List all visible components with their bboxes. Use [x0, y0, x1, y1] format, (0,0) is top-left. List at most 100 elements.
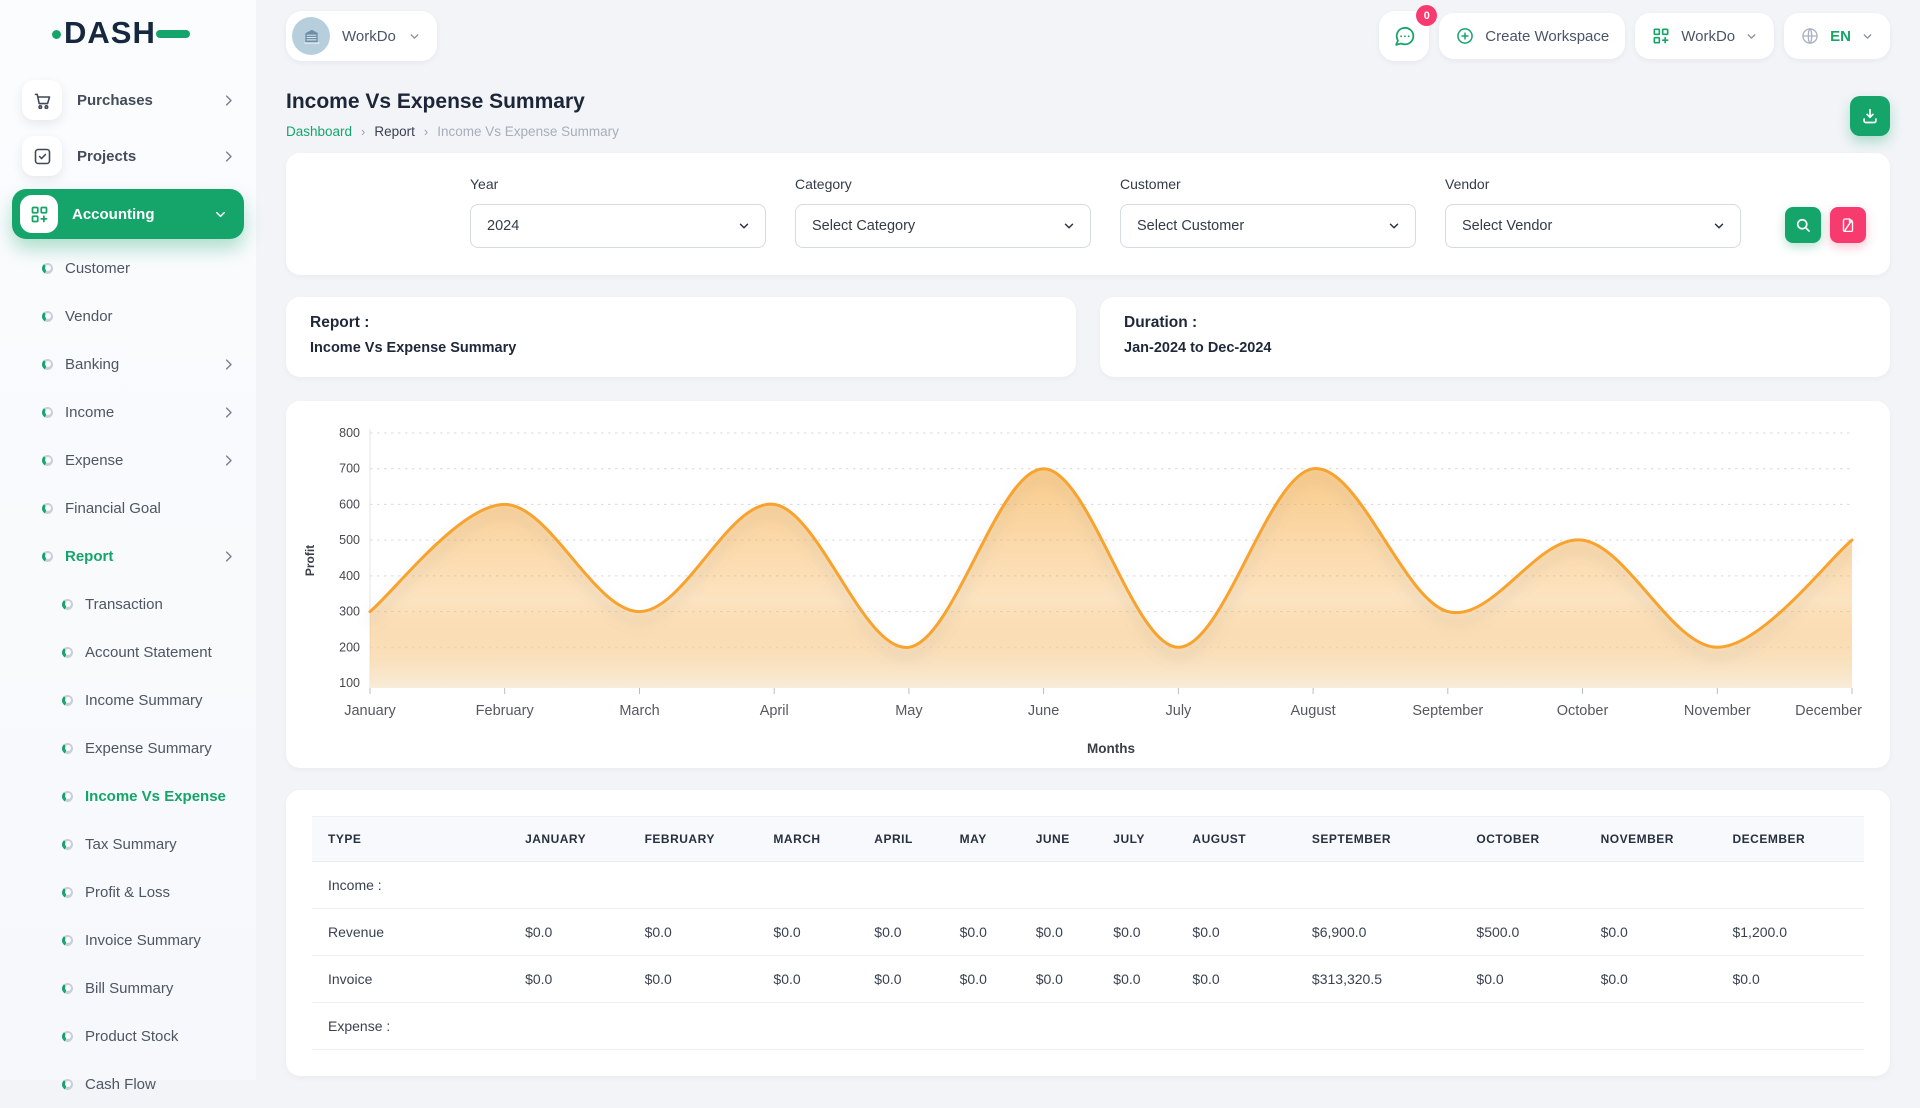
- chevron-right-icon: [221, 549, 236, 564]
- chevron-down-icon: [408, 30, 421, 43]
- apply-filter-button[interactable]: [1785, 207, 1821, 243]
- sidebar-item-account-statement[interactable]: Account Statement: [0, 628, 256, 676]
- create-workspace-button[interactable]: Create Workspace: [1439, 13, 1625, 59]
- row-value: $313,320.5: [1296, 956, 1461, 1003]
- chart-card: 100200300400500600700800 JanuaryFebruary…: [286, 401, 1890, 768]
- row-value: $0.0: [858, 956, 943, 1003]
- sidebar-item-cash-flow[interactable]: Cash Flow: [0, 1060, 256, 1108]
- row-value: $0.0: [1176, 909, 1296, 956]
- column-header: JANUARY: [509, 817, 629, 862]
- sidebar-item-expense-summary[interactable]: Expense Summary: [0, 724, 256, 772]
- svg-text:700: 700: [339, 462, 360, 476]
- row-value: $0.0: [509, 909, 629, 956]
- row-type: Invoice: [312, 956, 509, 1003]
- column-header: TYPE: [312, 817, 509, 862]
- sidebar-item-transaction[interactable]: Transaction: [0, 580, 256, 628]
- sidebar-item-tax-summary[interactable]: Tax Summary: [0, 820, 256, 868]
- bullet-ring-icon: [62, 1079, 73, 1090]
- chevron-down-icon: [737, 219, 751, 233]
- svg-text:June: June: [1028, 703, 1059, 719]
- sidebar-item-report[interactable]: Report: [0, 532, 256, 580]
- chevron-down-icon: [1062, 219, 1076, 233]
- sidebar-item-accounting[interactable]: Accounting: [12, 189, 244, 239]
- sidebar: DASH Purchases Projects Accounting Custo…: [0, 0, 256, 1080]
- sidebar-item-customer[interactable]: Customer: [0, 244, 256, 292]
- sidebar-item-income-summary[interactable]: Income Summary: [0, 676, 256, 724]
- bullet-ring-icon: [62, 839, 73, 850]
- svg-text:500: 500: [339, 533, 360, 547]
- profit-area-chart: 100200300400500600700800 JanuaryFebruary…: [298, 417, 1880, 766]
- sidebar-item-financial-goal[interactable]: Financial Goal: [0, 484, 256, 532]
- column-header: OCTOBER: [1460, 817, 1584, 862]
- sidebar-item-product-stock[interactable]: Product Stock: [0, 1012, 256, 1060]
- topbar: WorkDo 0 Create Workspace WorkDo EN: [256, 0, 1920, 72]
- app-logo[interactable]: DASH: [0, 0, 256, 66]
- bullet-ring-icon: [42, 551, 53, 562]
- customer-select[interactable]: Select Customer: [1120, 204, 1416, 248]
- sidebar-item-projects[interactable]: Projects: [0, 128, 256, 184]
- column-header: DECEMBER: [1716, 817, 1864, 862]
- row-value: $0.0: [1716, 956, 1864, 1003]
- workspace-switcher[interactable]: WorkDo: [286, 11, 437, 61]
- customer-label: Customer: [1120, 176, 1416, 192]
- search-icon: [1794, 216, 1812, 234]
- svg-text:August: August: [1291, 703, 1336, 719]
- column-header: APRIL: [858, 817, 943, 862]
- row-value: $0.0: [509, 956, 629, 1003]
- category-select[interactable]: Select Category: [795, 204, 1091, 248]
- svg-text:December: December: [1795, 703, 1862, 719]
- chevron-down-icon: [213, 207, 228, 222]
- main-content: Income Vs Expense Summary Dashboard›Repo…: [256, 72, 1920, 1080]
- chevron-right-icon: [221, 93, 236, 108]
- svg-text:November: November: [1684, 703, 1751, 719]
- sidebar-item-purchases[interactable]: Purchases: [0, 72, 256, 128]
- svg-text:April: April: [760, 703, 789, 719]
- chevron-down-icon: [1712, 219, 1726, 233]
- svg-text:March: March: [619, 703, 659, 719]
- sidebar-item-banking[interactable]: Banking: [0, 340, 256, 388]
- svg-text:May: May: [895, 703, 923, 719]
- sidebar-item-invoice-summary[interactable]: Invoice Summary: [0, 916, 256, 964]
- bullet-ring-icon: [62, 743, 73, 754]
- row-value: $0.0: [629, 956, 758, 1003]
- sidebar-item-vendor[interactable]: Vendor: [0, 292, 256, 340]
- year-select[interactable]: 2024: [470, 204, 766, 248]
- year-label: Year: [470, 176, 766, 192]
- reset-filter-button[interactable]: [1830, 207, 1866, 243]
- workspace-name: WorkDo: [342, 28, 396, 45]
- messages-button[interactable]: 0: [1379, 11, 1429, 61]
- vendor-select[interactable]: Select Vendor: [1445, 204, 1741, 248]
- filter-card: Year 2024 Category Select Category Custo…: [286, 153, 1890, 275]
- sidebar-item-expense[interactable]: Expense: [0, 436, 256, 484]
- building-icon: [301, 26, 322, 47]
- bullet-ring-icon: [42, 455, 53, 466]
- svg-text:Profit: Profit: [303, 545, 317, 576]
- sidebar-nav: Purchases Projects Accounting Customer V…: [0, 66, 256, 1108]
- svg-text:300: 300: [339, 605, 360, 619]
- sidebar-item-bill-summary[interactable]: Bill Summary: [0, 964, 256, 1012]
- row-value: $0.0: [944, 909, 1020, 956]
- workdo-menu-button[interactable]: WorkDo: [1635, 13, 1774, 59]
- report-info-card: Report : Income Vs Expense Summary: [286, 297, 1076, 377]
- income-expense-table: TYPEJANUARYFEBRUARYMARCHAPRILMAYJUNEJULY…: [312, 816, 1864, 1050]
- language-code: EN: [1830, 28, 1851, 45]
- row-value: $0.0: [1097, 909, 1176, 956]
- breadcrumb-item[interactable]: Dashboard: [286, 124, 352, 139]
- language-selector[interactable]: EN: [1784, 13, 1890, 59]
- clear-file-icon: [1839, 216, 1857, 234]
- duration-label: Duration :: [1124, 314, 1866, 332]
- download-report-button[interactable]: [1850, 96, 1890, 136]
- grid-plus-icon: [20, 195, 58, 233]
- breadcrumb-item[interactable]: Report: [374, 124, 415, 139]
- filter-category: Category Select Category: [795, 176, 1091, 248]
- bullet-ring-icon: [62, 935, 73, 946]
- row-value: $0.0: [1460, 956, 1584, 1003]
- sidebar-item-profit-loss[interactable]: Profit & Loss: [0, 868, 256, 916]
- table-row: Invoice$0.0$0.0$0.0$0.0$0.0$0.0$0.0$0.0$…: [312, 956, 1864, 1003]
- sidebar-item-income-vs-expense[interactable]: Income Vs Expense: [0, 772, 256, 820]
- breadcrumb: Dashboard›Report›Income Vs Expense Summa…: [286, 124, 619, 139]
- filter-year: Year 2024: [470, 176, 766, 248]
- globe-icon: [1800, 26, 1820, 46]
- row-value: $0.0: [944, 956, 1020, 1003]
- sidebar-item-income[interactable]: Income: [0, 388, 256, 436]
